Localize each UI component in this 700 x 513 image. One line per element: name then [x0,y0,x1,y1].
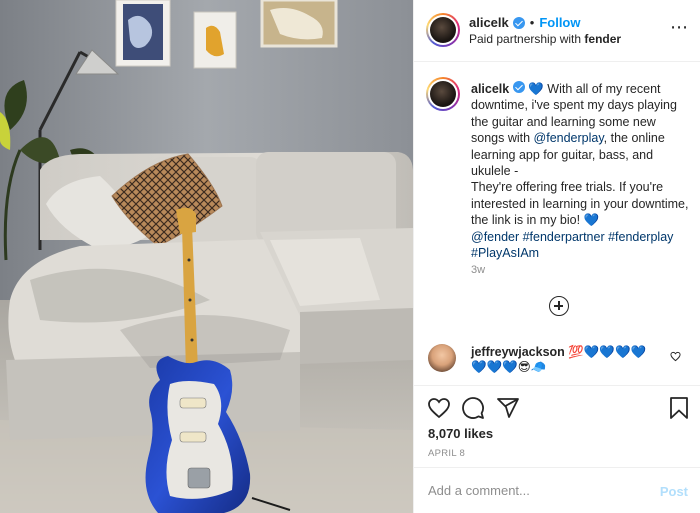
add-comment-bar: Post [414,467,700,513]
comment-like-heart-icon[interactable] [670,351,681,362]
like-count[interactable]: 8,070 likes [428,426,493,441]
partnership-prefix: Paid partnership with [469,32,582,46]
action-bar: 8,070 likes APRIL 8 [414,385,700,467]
post-comment-button[interactable]: Post [660,484,688,499]
comment-icon[interactable] [461,396,485,420]
caption-timestamp[interactable]: 3w [471,264,485,276]
more-options-icon[interactable]: ⋯ [670,18,689,36]
caption-username[interactable]: alicelk [471,82,509,96]
comment-row: jeffreywjackson 💯💙💙💙💙💙💙💙😎🧢 [414,334,700,384]
caption-avatar[interactable] [426,77,460,111]
post-date[interactable]: APRIL 8 [428,448,465,459]
caption-verified-badge-icon [512,81,525,93]
heart-icon[interactable] [427,396,451,420]
post-photo-image [0,0,413,513]
post-photo[interactable] [0,0,413,513]
load-more-comments-icon[interactable] [549,296,569,316]
caption-lead-emoji: 💙 [528,82,544,96]
post-header: alicelk • Follow Paid partnership with f… [414,0,700,62]
comment-text: jeffreywjackson 💯💙💙💙💙💙💙💙😎🧢 [471,345,661,375]
author-avatar[interactable] [426,13,460,47]
caption-part2: , the online learning app for guitar, ba… [471,131,689,228]
author-username[interactable]: alicelk [469,15,509,30]
commenter-avatar[interactable] [428,344,456,372]
paid-partnership-label: Paid partnership with fender [469,32,621,46]
bookmark-icon[interactable] [667,396,691,420]
author-line: alicelk • Follow [469,15,581,30]
comment-input[interactable] [428,480,638,500]
caption-hashtags[interactable]: @fender #fenderpartner #fenderplay #Play… [471,230,677,260]
share-icon[interactable] [496,396,520,420]
commenter-username[interactable]: jeffreywjackson [471,345,565,359]
caption-mention-link[interactable]: @fenderplay [534,131,604,145]
follow-button[interactable]: Follow [539,15,580,30]
partner-link[interactable]: fender [584,32,621,46]
separator-dot: • [529,15,535,30]
verified-badge-icon [512,16,525,29]
post-panel: alicelk • Follow Paid partnership with f… [413,0,700,513]
caption-text: alicelk 💙 With all of my recent downtime… [471,81,689,261]
